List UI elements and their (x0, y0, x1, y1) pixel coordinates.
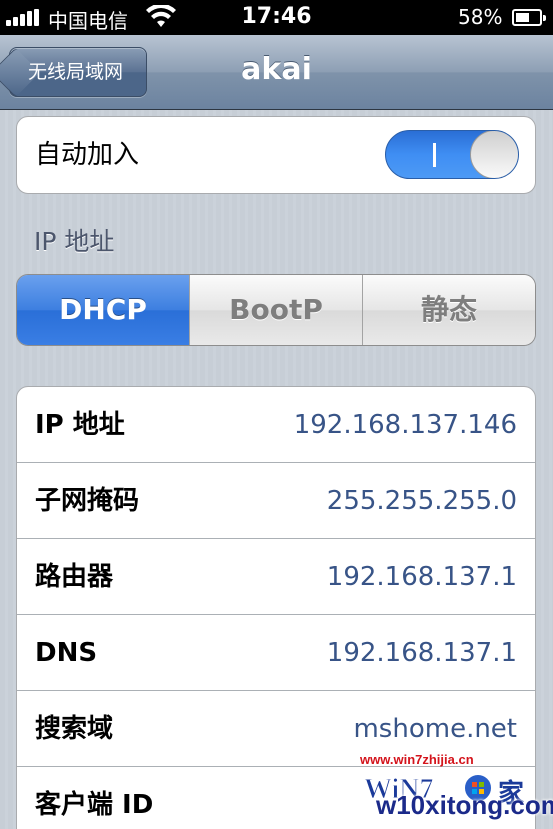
detail-value: 192.168.137.1 (326, 638, 517, 668)
ip-address-section-header: IP 地址 (34, 227, 115, 256)
toggle-on-mark-icon (433, 143, 436, 167)
detail-value: 192.168.137.146 (293, 410, 517, 440)
detail-label: 子网掩码 (35, 486, 140, 516)
navigation-bar: 无线局域网 akai (0, 35, 553, 110)
battery-icon (512, 9, 546, 26)
segment-dhcp[interactable]: DHCP (17, 275, 189, 345)
ip-mode-segmented-control: DHCP BootP 静态 (16, 274, 536, 346)
detail-label: 路由器 (35, 562, 114, 592)
detail-row-subnet-mask: 子网掩码 255.255.255.0 (17, 463, 535, 539)
detail-label: DNS (35, 638, 98, 668)
toggle-knob (470, 131, 518, 178)
detail-value: 192.168.137.1 (326, 562, 517, 592)
segment-static[interactable]: 静态 (362, 275, 535, 345)
auto-join-group: 自动加入 (16, 116, 536, 194)
page-title: akai (241, 52, 312, 87)
detail-row-router: 路由器 192.168.137.1 (17, 539, 535, 615)
watermark-site-text: w10xitong.com (376, 790, 553, 820)
detail-label: 搜索域 (35, 714, 114, 744)
detail-value: 255.255.255.0 (326, 486, 517, 516)
auto-join-row: 自动加入 (17, 117, 535, 193)
battery-percent: 58% (458, 5, 503, 29)
auto-join-toggle[interactable] (385, 130, 519, 179)
detail-row-ip-address: IP 地址 192.168.137.146 (17, 387, 535, 463)
detail-label: IP 地址 (35, 410, 125, 440)
status-bar: 中国电信 17:46 58% (0, 0, 553, 35)
auto-join-label: 自动加入 (35, 140, 140, 170)
watermark-url: www.win7zhijia.cn (360, 752, 474, 767)
detail-label: 客户端 ID (35, 790, 154, 820)
segment-bootp[interactable]: BootP (189, 275, 362, 345)
detail-row-dns: DNS 192.168.137.1 (17, 615, 535, 691)
